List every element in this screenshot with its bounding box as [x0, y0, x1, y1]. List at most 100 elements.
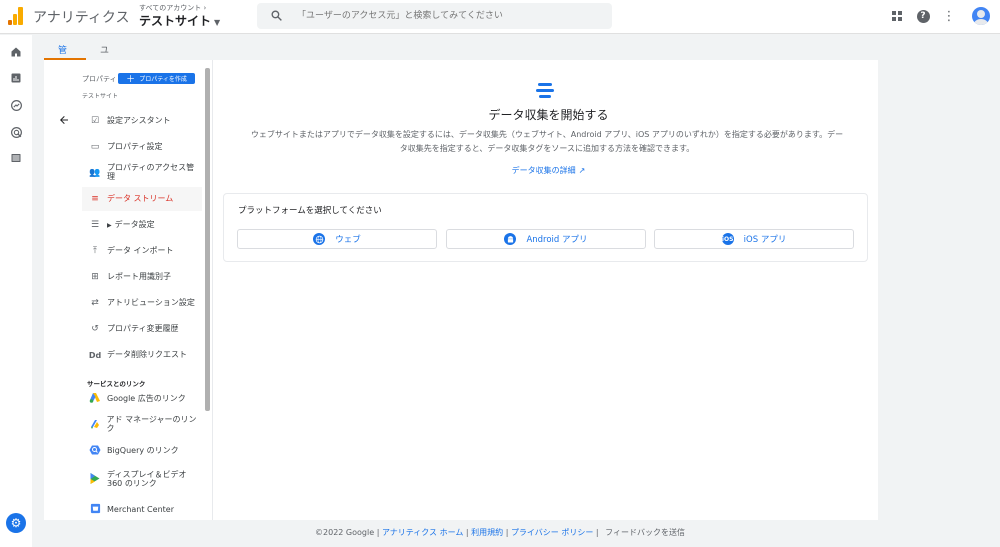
footer-copyright: ©2022 Google: [315, 528, 375, 537]
ios-icon: iOS: [721, 233, 734, 245]
feedback-button[interactable]: フィードバックを送信: [605, 528, 685, 537]
caret-down-icon: ▼: [214, 18, 221, 27]
sidebar-item-attribution-settings[interactable]: ⇄ アトリビューション設定: [82, 291, 202, 315]
apps-grid-icon[interactable]: [888, 6, 906, 26]
footer-link-privacy[interactable]: プライバシー ポリシー: [511, 528, 593, 537]
sidebar-item-reporting-identity[interactable]: ⊞ レポート用識別子: [82, 265, 202, 289]
property-selector[interactable]: テストサイト ▼: [139, 12, 220, 29]
sidebar-item-data-streams[interactable]: ≡ データ ストリーム: [82, 187, 202, 211]
sidebar-link-merchant-center[interactable]: Merchant Center: [82, 498, 202, 522]
avatar[interactable]: [972, 7, 990, 25]
merchant-center-icon: [86, 503, 104, 517]
data-settings-label: データ設定: [114, 219, 155, 229]
sidebar-divider: [212, 60, 213, 520]
platform-label: iOS アプリ: [743, 235, 787, 245]
delete-data-icon: Dd: [88, 350, 102, 360]
learn-more-link[interactable]: データ収集の詳細 ↗: [219, 165, 878, 176]
platform-android-button[interactable]: Android アプリ: [446, 229, 646, 249]
sidebar-scrollbar[interactable]: [205, 68, 210, 411]
reports-icon[interactable]: [8, 70, 24, 86]
platform-web-button[interactable]: ウェブ: [237, 229, 437, 249]
sidebar-link-label: Google 広告のリンク: [107, 393, 186, 403]
analytics-logo-icon[interactable]: [8, 7, 24, 25]
expand-arrow-icon: ▶: [107, 221, 112, 229]
platform-ios-button[interactable]: iOS iOS アプリ: [654, 229, 854, 249]
account-crumb-label: すべてのアカウント: [139, 4, 202, 12]
sidebar-item-label: 設定アシスタント: [107, 115, 171, 125]
help-icon[interactable]: ?: [914, 6, 932, 26]
sidebar-item-change-history[interactable]: ↺ プロパティ変更履歴: [82, 317, 202, 341]
platform-label: ウェブ: [335, 235, 361, 245]
admin-content: プロパティ ＋プロパティを作成 テストサイト ☑ 設定アシスタント ▭ プロパテ…: [44, 60, 878, 520]
sidebar-item-data-settings[interactable]: ☰ ▶ データ設定: [82, 213, 202, 237]
learn-more-label: データ収集の詳細: [511, 166, 576, 175]
sidebar-link-ad-manager[interactable]: アド マネージャーのリンク: [82, 413, 202, 437]
chevron-right-icon: ›: [203, 4, 207, 12]
sidebar-link-label: BigQuery のリンク: [107, 445, 179, 455]
sidebar-item-label: プロパティ変更履歴: [107, 323, 179, 333]
sidebar-link-google-ads[interactable]: Google 広告のリンク: [82, 387, 202, 411]
page-title: データ収集を開始する: [488, 108, 609, 122]
sidebar-item-data-deletion[interactable]: Dd データ削除リクエスト: [82, 343, 202, 367]
sidebar-link-label: アド マネージャーのリンク: [106, 415, 197, 433]
sidebar-item-data-import[interactable]: ⤒ データ インポート: [82, 239, 202, 263]
sidebar-item-label: データ ストリーム: [107, 193, 174, 203]
sidebar-item-label: アトリビューション設定: [107, 297, 195, 307]
bigquery-icon: [86, 444, 104, 459]
search-input[interactable]: [297, 7, 597, 25]
top-bar: アナリティクス すべてのアカウント › テストサイト▼ ? ⋮: [0, 0, 1000, 34]
android-icon: [504, 233, 517, 245]
search-icon: [270, 9, 283, 25]
footer-link-terms[interactable]: 利用規約: [471, 528, 503, 537]
checklist-icon: ☑: [90, 116, 100, 126]
search-bar[interactable]: [257, 3, 612, 29]
sidebar-link-display-video[interactable]: ディスプレイ＆ビデオ 360 のリンク: [82, 465, 202, 495]
sidebar-item-label: プロパティ設定: [107, 141, 163, 151]
sidebar-link-bigquery[interactable]: BigQuery のリンク: [82, 439, 202, 463]
sidebar-item-property-settings[interactable]: ▭ プロパティ設定: [82, 135, 202, 159]
app-title: アナリティクス: [33, 10, 130, 26]
sidebar-property-name: テストサイト: [82, 93, 119, 100]
platform-heading: プラットフォームを選択してください: [238, 206, 382, 216]
sidebar-link-label: Merchant Center: [107, 504, 174, 514]
left-nav-rail: ⚙: [0, 35, 32, 547]
history-icon: ↺: [91, 324, 99, 334]
settings-page-icon: ▭: [90, 142, 100, 152]
platform-label: Android アプリ: [526, 235, 588, 245]
sidebar-item-access-management[interactable]: 👥 プロパティのアクセス管理: [82, 161, 202, 185]
open-in-new-icon: ↗: [578, 166, 586, 175]
people-icon: 👥: [89, 168, 101, 178]
data-streams-panel: データ収集を開始する ウェブサイトまたはアプリでデータ収集を設定するには、データ…: [219, 60, 878, 520]
sidebar-link-label: ディスプレイ＆ビデオ 360 のリンク: [107, 470, 187, 488]
identity-icon: ⊞: [91, 272, 99, 282]
database-icon: ☰: [90, 220, 100, 230]
page-description: ウェブサイトまたはアプリでデータ収集を設定するには、データ収集先（ウェブサイト、…: [250, 130, 844, 154]
ad-manager-icon: [86, 418, 104, 433]
create-property-label: プロパティを作成: [139, 76, 187, 83]
property-heading: プロパティ: [82, 75, 117, 83]
sidebar-item-label: ▶ データ設定: [107, 219, 155, 230]
plus-icon: ＋: [126, 75, 136, 85]
sidebar-item-setup-assistant[interactable]: ☑ 設定アシスタント: [82, 109, 202, 133]
sidebar-item-label: プロパティのアクセス管理: [106, 163, 195, 181]
back-arrow-icon[interactable]: [55, 111, 73, 129]
footer: ©2022 Google | アナリティクス ホーム | 利用規約 | プライバ…: [315, 528, 685, 537]
platform-selector: プラットフォームを選択してください ウェブ Android アプリ iOS iO…: [223, 193, 868, 262]
google-ads-icon: [86, 392, 104, 406]
sidebar-item-label: データ削除リクエスト: [107, 349, 187, 359]
configure-icon[interactable]: [8, 150, 24, 166]
data-stream-icon: [536, 83, 556, 99]
advertising-icon[interactable]: [8, 124, 24, 140]
home-icon[interactable]: [8, 44, 24, 60]
footer-link-analytics-home[interactable]: アナリティクス ホーム: [382, 528, 463, 537]
property-name: テストサイト: [139, 14, 212, 28]
explore-icon[interactable]: [8, 97, 24, 113]
globe-icon: [313, 233, 326, 245]
more-vert-icon[interactable]: ⋮: [940, 6, 958, 26]
create-property-button[interactable]: ＋プロパティを作成: [118, 73, 195, 85]
streams-icon: ≡: [91, 194, 99, 204]
top-icons: ? ⋮: [888, 6, 990, 26]
upload-icon: ⤒: [93, 246, 97, 256]
display-video-icon: [86, 472, 104, 488]
sidebar-item-label: データ インポート: [107, 245, 174, 255]
